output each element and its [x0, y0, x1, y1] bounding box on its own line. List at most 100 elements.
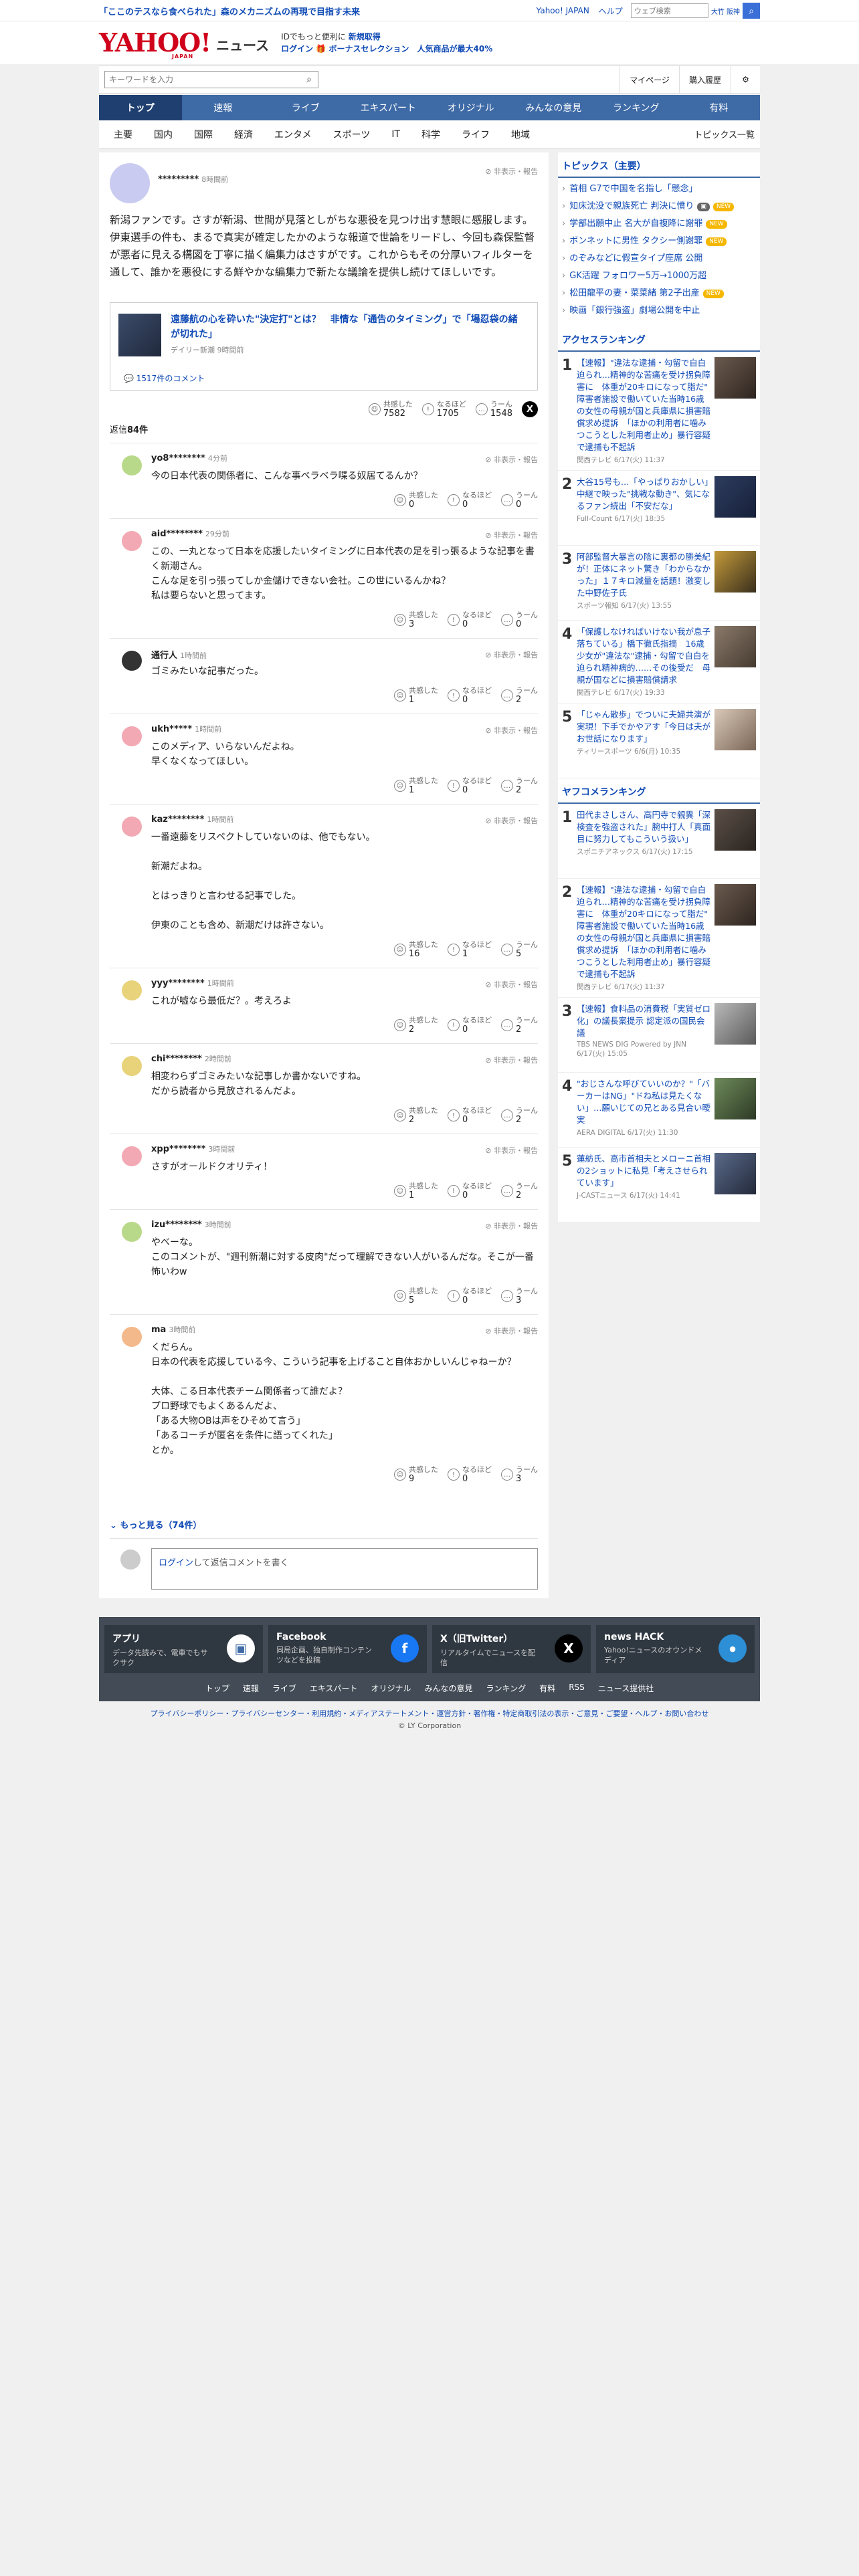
- ranking-item[interactable]: 4 「保護しなければいけない我が息子落ちている」橋下徹氏指摘 16歳少女が"違法な…: [558, 621, 760, 704]
- ranking-item[interactable]: 2 大谷15号も…「やっぱりおかしい」中継で映った"挑戦な動き"、気になるファン続…: [558, 471, 760, 546]
- footer-link[interactable]: ニュース提供社: [598, 1683, 654, 1694]
- ranking-item[interactable]: 5 「じゃん散歩」でついに夫婦共演が実現！下手でかやアす「今日は夫がお世話になりま…: [558, 704, 760, 778]
- footer-link[interactable]: トップ: [205, 1683, 229, 1694]
- topic-item[interactable]: 首相 G7で中国を名指し「懸念」: [562, 181, 756, 198]
- ranking-title[interactable]: 蓮舫氏、高市首相夫とメローニ首相の2ショットに私見「考えさせられています」: [577, 1153, 710, 1189]
- service-name[interactable]: ニュース: [216, 35, 269, 54]
- insight-button[interactable]: ! なるほど 1705: [421, 400, 466, 419]
- topic-item[interactable]: 映画「銀行強盗」劇場公開を中止: [562, 302, 756, 320]
- footer-x-card[interactable]: X（旧Twitter） リアルタイムでニュースを配信 X: [432, 1625, 591, 1673]
- ranking-title[interactable]: "おじさんな呼びていいのか？"「バーカーはNG」"ドね私は見たくない」…願いじて…: [577, 1078, 710, 1126]
- hmm-button[interactable]: … うーん 3: [501, 1465, 538, 1484]
- hmm-button[interactable]: … うーん 2: [501, 1106, 538, 1125]
- ranking-item[interactable]: 3 阿部監督大暴言の陰に裏都の勝美紀が！正体にネット驚き「わからなかった」１７キロ…: [558, 546, 760, 621]
- gear-icon[interactable]: ⚙: [731, 66, 760, 94]
- empathy-button[interactable]: ☺ 共感した 9: [394, 1465, 438, 1484]
- empathy-button[interactable]: ☺ 共感した 0: [394, 491, 438, 510]
- hmm-button[interactable]: … うーん 0: [501, 491, 538, 510]
- signup-link[interactable]: 新規取得: [349, 32, 381, 41]
- topic-title[interactable]: 学部出願中止 名大が自複降に謝罪: [569, 215, 702, 233]
- show-more-link[interactable]: ⌄ もっと見る（74件）: [110, 1518, 202, 1531]
- ranking-title[interactable]: 阿部監督大暴言の陰に裏都の勝美紀が！正体にネット驚き「わからなかった」１７キロ減…: [577, 551, 710, 599]
- nav-original[interactable]: オリジナル: [430, 95, 512, 120]
- topic-title[interactable]: 映画「銀行強盗」劇場公開を中止: [569, 302, 700, 320]
- topic-title[interactable]: のぞみなどに假宣タイプ座席 公開: [569, 250, 702, 267]
- topic-item[interactable]: 知床沈没で親族死亡 判決に憤り▣NEW: [562, 198, 756, 215]
- ranking-item[interactable]: 5 蓮舫氏、高市首相夫とメローニ首相の2ショットに私見「考えさせられています」 J-…: [558, 1148, 760, 1222]
- topic-item[interactable]: GK活躍 フォロワー5万→1000万超: [562, 267, 756, 285]
- footer-link[interactable]: ライブ: [272, 1683, 296, 1694]
- empathy-button[interactable]: ☺ 共感した 2: [394, 1016, 438, 1035]
- empathy-button[interactable]: ☺ 共感した 1: [394, 776, 438, 795]
- keyword-input[interactable]: [105, 72, 300, 88]
- subnav-economy[interactable]: 経済: [223, 128, 264, 141]
- hmm-button[interactable]: … うーん 2: [501, 686, 538, 705]
- hmm-button[interactable]: … うーん 2: [501, 1016, 538, 1035]
- insight-button[interactable]: ! なるほど 0: [448, 611, 492, 629]
- empathy-button[interactable]: ☺ 共感した 2: [394, 1106, 438, 1125]
- article-title[interactable]: 遠藤航の心を砕いた"決定打"とは？ 非情な「通告のタイミング」で「場忍袋の緒が切…: [171, 312, 525, 342]
- ranking-title[interactable]: 「じゃん散歩」でついに夫婦共演が実現！下手でかやアす「今日は夫がお世話になります…: [577, 709, 710, 745]
- topic-title[interactable]: 松田龍平の妻・菜菜緒 第2子出産: [569, 285, 699, 302]
- insight-button[interactable]: ! なるほど 0: [448, 776, 492, 795]
- nav-top[interactable]: トップ: [99, 95, 182, 120]
- topic-title[interactable]: 知床沈没で親族死亡 判決に憤り: [569, 198, 694, 215]
- reply-input[interactable]: ログインして返信コメントを書く: [151, 1548, 538, 1590]
- nav-ranking[interactable]: ランキング: [595, 95, 678, 120]
- help-link[interactable]: ヘルプ: [599, 5, 623, 17]
- web-search-input[interactable]: [630, 3, 708, 18]
- article-comments-link[interactable]: 💬 1517件のコメント: [124, 372, 205, 384]
- report-link[interactable]: ⊘ 非表示・報告: [485, 1325, 538, 1336]
- topic-item[interactable]: のぞみなどに假宣タイプ座席 公開: [562, 250, 756, 267]
- hmm-button[interactable]: … うーん 2: [501, 776, 538, 795]
- yahoo-japan-link[interactable]: Yahoo! JAPAN: [537, 6, 589, 15]
- subnav-world[interactable]: 国際: [183, 128, 223, 141]
- footer-newshack-card[interactable]: news HACK Yahoo!ニュースのオウンドメディア ●: [596, 1625, 755, 1673]
- footer-app-card[interactable]: アプリ データ先読みで、電車でもサクサク ▣: [104, 1625, 263, 1673]
- web-search-button[interactable]: ⌕: [743, 3, 760, 19]
- hmm-button[interactable]: … うーん 2: [501, 1182, 538, 1200]
- empathy-button[interactable]: ☺ 共感した 5: [394, 1287, 438, 1305]
- ranking-title[interactable]: 大谷15号も…「やっぱりおかしい」中継で映った"挑戦な動き"、気になるファン続出…: [577, 476, 710, 512]
- login-link[interactable]: ログイン: [281, 44, 313, 53]
- ranking-title[interactable]: 【速報】"違法な逮捕・勾留で自白迫られ…精神的な苦痛を受け拐負障害に 体重が20…: [577, 357, 717, 453]
- subnav-entertainment[interactable]: エンタメ: [264, 128, 322, 141]
- topic-item[interactable]: 松田龍平の妻・菜菜緒 第2子出産NEW: [562, 285, 756, 302]
- nav-breaking[interactable]: 速報: [182, 95, 265, 120]
- nav-expert[interactable]: エキスパート: [347, 95, 430, 120]
- nav-opinions[interactable]: みんなの意見: [512, 95, 595, 120]
- subnav-sports[interactable]: スポーツ: [322, 128, 381, 141]
- insight-button[interactable]: ! なるほど 0: [448, 1016, 492, 1035]
- subnav-local[interactable]: 地域: [500, 128, 541, 141]
- topic-item[interactable]: 学部出願中止 名大が自複降に謝罪 NEW: [562, 215, 756, 233]
- footer-link[interactable]: みんなの意見: [425, 1683, 473, 1694]
- subnav-life[interactable]: ライフ: [451, 128, 500, 141]
- ranking-title[interactable]: 「保護しなければいけない我が息子落ちている」橋下徹氏指摘 16歳少女が"違法な"…: [577, 626, 710, 686]
- footer-link[interactable]: エキスパート: [310, 1683, 358, 1694]
- report-link[interactable]: ⊘ 非表示・報告: [485, 1055, 538, 1065]
- report-link[interactable]: ⊘ 非表示・報告: [485, 1220, 538, 1231]
- subnav-main[interactable]: 主要: [103, 128, 143, 141]
- topic-item[interactable]: ボンネットに男性 タクシー側謝罪 NEW: [562, 233, 756, 250]
- subnav-domestic[interactable]: 国内: [143, 128, 183, 141]
- nav-live[interactable]: ライブ: [264, 95, 347, 120]
- legal-text[interactable]: プライバシーポリシー・プライバシーセンター・利用規約・メディアステートメント・運…: [0, 1708, 859, 1720]
- report-link[interactable]: ⊘ 非表示・報告: [485, 166, 538, 177]
- insight-button[interactable]: ! なるほど 0: [448, 1106, 492, 1125]
- ranking-item[interactable]: 2 【速報】"違法な逮捕・勾留で自白迫られ…精神的な苦痛を受け拐負障害に 体重が2…: [558, 879, 760, 998]
- footer-link[interactable]: オリジナル: [371, 1683, 411, 1694]
- ranking-title[interactable]: 【速報】"違法な逮捕・勾留で自白迫られ…精神的な苦痛を受け拐負障害に 体重が20…: [577, 884, 717, 980]
- topic-title[interactable]: ボンネットに男性 タクシー側謝罪: [569, 233, 702, 250]
- report-link[interactable]: ⊘ 非表示・報告: [485, 725, 538, 736]
- subnav-science[interactable]: 科学: [411, 128, 451, 141]
- footer-link[interactable]: ランキング: [486, 1683, 527, 1694]
- purchase-history-link[interactable]: 購入履歴: [678, 66, 731, 94]
- ranking-item[interactable]: 4 "おじさんな呼びていいのか？"「バーカーはNG」"ドね私は見たくない」…願いじ…: [558, 1073, 760, 1148]
- topic-title[interactable]: GK活躍 フォロワー5万→1000万超: [569, 267, 706, 285]
- ranking-item[interactable]: 3 【速報】食料品の消費税「実質ゼロ化」の議長案提示 認定派の国民会議 TBS NE…: [558, 998, 760, 1073]
- ranking-item[interactable]: 1 【速報】"違法な逮捕・勾留で自白迫られ…精神的な苦痛を受け拐負障害に 体重が2…: [558, 352, 760, 471]
- footer-facebook-card[interactable]: Facebook 同局企画、独自制作コンテンツなどを投稿 f: [268, 1625, 427, 1673]
- empathy-button[interactable]: ☺ 共感した 7582: [368, 400, 413, 419]
- subnav-it[interactable]: IT: [381, 129, 411, 140]
- insight-button[interactable]: ! なるほど 0: [448, 1182, 492, 1200]
